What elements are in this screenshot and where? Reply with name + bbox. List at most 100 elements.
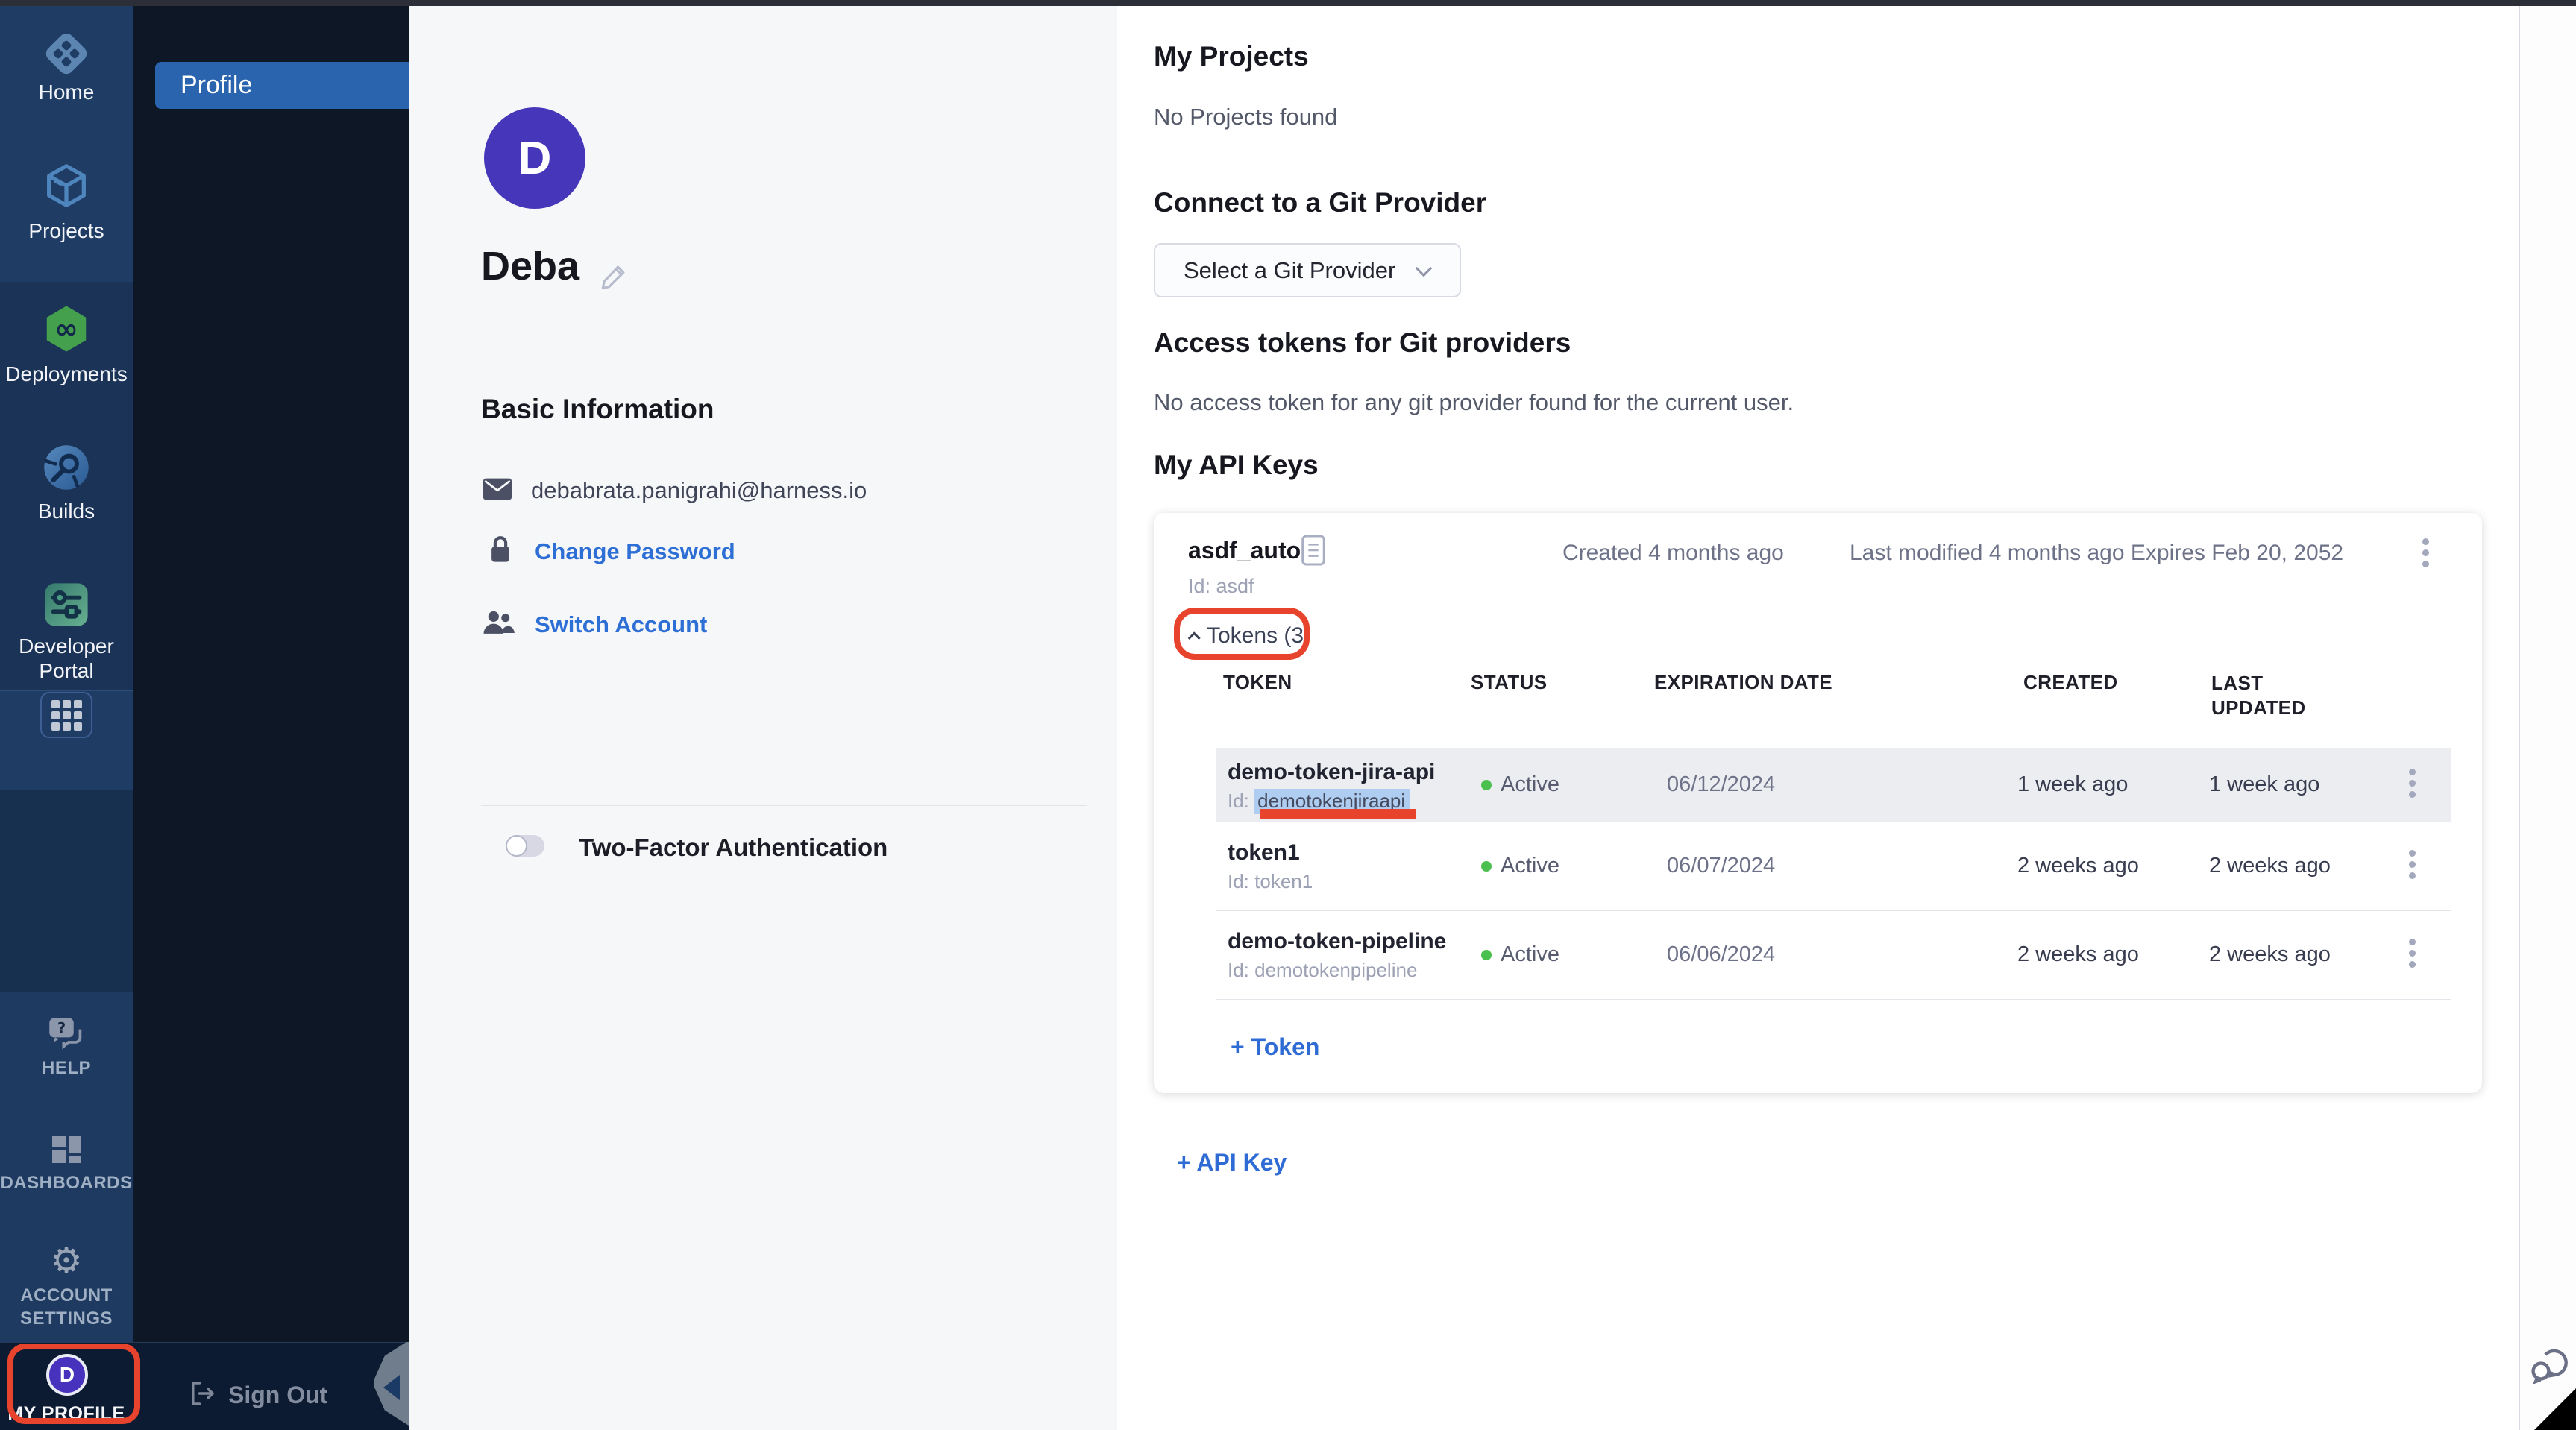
home-icon	[40, 27, 93, 84]
token-row[interactable]: demo-token-pipeline Id: demotokenpipelin…	[1216, 911, 2451, 1000]
sidebar-item-deployments[interactable]: ∞	[0, 303, 133, 359]
deployments-hexagon-icon: ∞	[40, 303, 92, 359]
sidebar-item-developer-portal-label: Developer Portal	[0, 634, 133, 683]
profile-email: debabrata.panigrahi@harness.io	[531, 477, 867, 504]
api-key-modified: Last modified 4 months ago Expires Feb 2…	[1850, 541, 2343, 566]
app-window: Home Projects ∞ Deployments	[0, 0, 2576, 1430]
my-api-keys-title: My API Keys	[1154, 450, 1319, 481]
column-header-status: STATUS	[1471, 671, 1548, 694]
svg-text:?: ?	[57, 1020, 66, 1037]
dashboards-icon	[48, 1132, 84, 1171]
my-profile-avatar[interactable]: D	[46, 1354, 88, 1396]
profile-avatar[interactable]: D	[484, 107, 585, 209]
sidebar-item-builds[interactable]	[0, 441, 133, 497]
chevron-left-icon	[383, 1375, 400, 1400]
sidebar-item-dashboards[interactable]	[0, 1132, 133, 1171]
column-header-last-updated: LAST UPDATED	[2211, 671, 2323, 720]
sidebar-item-dashboards-label: DASHBOARDS	[0, 1172, 133, 1194]
sidebar-item-account-settings[interactable]: ⚙	[0, 1244, 133, 1279]
token-updated: 2 weeks ago	[2209, 854, 2331, 878]
token-status: Active	[1501, 772, 1559, 797]
sidebar-item-account-settings-label: ACCOUNT SETTINGS	[0, 1284, 133, 1330]
sidebar-item-help[interactable]: ?	[0, 1015, 133, 1055]
tokens-expand-toggle[interactable]: Tokens (3)	[1192, 623, 1311, 649]
switch-account-link[interactable]: Switch Account	[535, 611, 707, 638]
annotation-red-underline	[1260, 809, 1416, 819]
sidebar-item-home-label: Home	[0, 81, 133, 104]
add-api-key-button[interactable]: + API Key	[1177, 1149, 1287, 1177]
token-updated: 2 weeks ago	[2209, 942, 2331, 967]
sidebar-item-help-label: HELP	[0, 1057, 133, 1080]
sidebar-item-projects[interactable]	[0, 160, 133, 215]
token-created: 2 weeks ago	[2017, 854, 2139, 878]
token-created: 2 weeks ago	[2017, 942, 2139, 967]
grid-icon	[51, 700, 82, 731]
token-row[interactable]: token1 Id: token1 Active 06/07/2024 2 we…	[1216, 822, 2451, 911]
svg-text:∞: ∞	[54, 312, 78, 345]
token-menu-button[interactable]	[2409, 939, 2416, 946]
no-projects-text: No Projects found	[1154, 104, 1337, 130]
token-expiration: 06/07/2024	[1667, 854, 1775, 878]
profile-avatar-initial: D	[518, 132, 552, 185]
token-expiration: 06/12/2024	[1667, 772, 1775, 797]
column-header-token: TOKEN	[1223, 671, 1292, 694]
sign-out-icon	[186, 1378, 218, 1413]
profile-panel	[409, 6, 1117, 1430]
api-key-name: asdf_auto	[1188, 537, 1301, 564]
window-resize-corner	[2534, 1388, 2576, 1430]
sidebar-item-home[interactable]	[0, 27, 133, 84]
sidebar-item-deployments-label: Deployments	[0, 362, 133, 386]
git-provider-select[interactable]: Select a Git Provider	[1154, 243, 1461, 297]
module-selector-button[interactable]	[40, 692, 92, 738]
token-menu-button[interactable]	[2409, 769, 2416, 776]
sidebar-item-builds-label: Builds	[0, 500, 133, 523]
add-token-button[interactable]: + Token	[1231, 1033, 1319, 1061]
token-menu-button[interactable]	[2409, 850, 2416, 857]
git-provider-select-value: Select a Git Provider	[1184, 245, 1395, 296]
token-status: Active	[1501, 854, 1559, 878]
copy-icon[interactable]	[1299, 532, 1328, 572]
edit-name-button[interactable]	[598, 259, 631, 296]
access-tokens-title: Access tokens for Git providers	[1154, 327, 1571, 359]
token-name: demo-token-jira-api	[1228, 760, 1435, 785]
status-dot	[1481, 780, 1492, 790]
sidebar-item-developer-portal[interactable]	[0, 579, 133, 634]
no-access-tokens-text: No access token for any git provider fou…	[1154, 389, 1794, 416]
token-updated: 1 week ago	[2209, 772, 2319, 797]
developer-portal-icon	[40, 579, 92, 634]
lock-icon	[486, 534, 515, 569]
divider	[481, 805, 1087, 806]
email-icon	[483, 478, 512, 504]
tab-profile[interactable]: Profile	[155, 62, 409, 109]
sidebar-item-my-profile-label[interactable]: MY PROFILE	[0, 1403, 133, 1425]
cube-icon	[40, 160, 92, 215]
profile-user-name: Deba	[481, 243, 579, 289]
column-header-created: CREATED	[2023, 671, 2118, 694]
column-header-expiration-date: EXPIRATION DATE	[1654, 671, 1832, 694]
two-factor-label: Two-Factor Authentication	[579, 834, 888, 862]
status-dot	[1481, 861, 1492, 872]
toggle-knob	[506, 835, 527, 857]
basic-information-title: Basic Information	[481, 394, 714, 425]
api-key-created: Created 4 months ago	[1562, 541, 1784, 566]
change-password-link[interactable]: Change Password	[535, 538, 735, 565]
feedback-chat-icon[interactable]	[2530, 1342, 2570, 1388]
scrollbar-gutter[interactable]	[2520, 6, 2576, 1430]
help-chat-icon: ?	[47, 1015, 86, 1055]
two-factor-toggle[interactable]	[506, 835, 544, 857]
token-id: Id: token1	[1228, 870, 1313, 893]
git-provider-title: Connect to a Git Provider	[1154, 187, 1486, 218]
token-name: demo-token-pipeline	[1228, 929, 1446, 954]
token-status: Active	[1501, 942, 1559, 967]
token-expiration: 06/06/2024	[1667, 942, 1775, 967]
api-key-id: Id: asdf	[1188, 575, 1254, 598]
token-name: token1	[1228, 840, 1300, 866]
my-projects-title: My Projects	[1154, 41, 1309, 72]
status-dot	[1481, 950, 1492, 960]
sign-out-label: Sign Out	[228, 1382, 327, 1409]
sign-out-button[interactable]: Sign Out	[186, 1378, 327, 1413]
gear-icon: ⚙	[50, 1244, 82, 1279]
token-created: 1 week ago	[2017, 772, 2128, 797]
builds-circle-icon	[40, 441, 92, 497]
api-key-menu-button[interactable]	[2422, 538, 2430, 546]
